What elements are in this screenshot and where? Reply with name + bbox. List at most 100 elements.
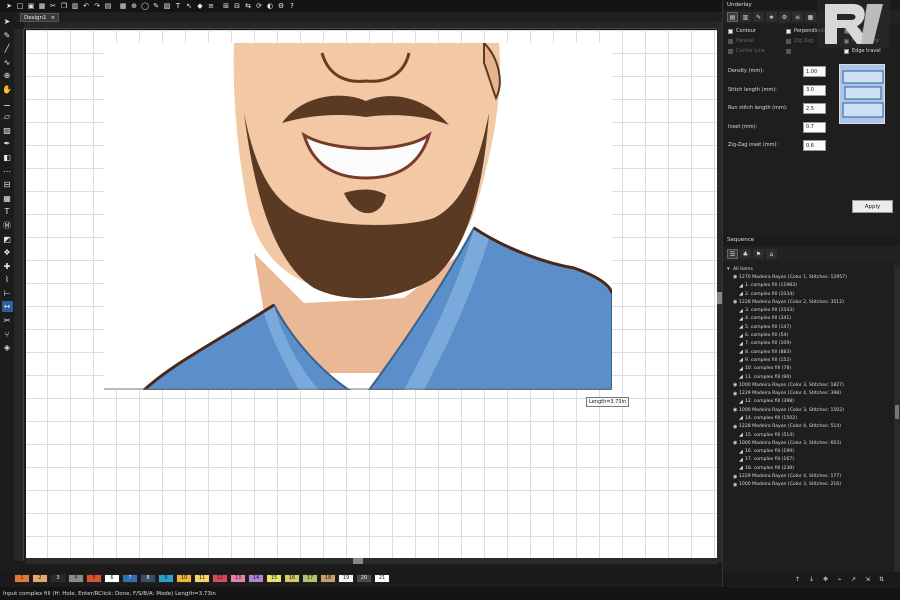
sequence-item[interactable]: ◢ 2. complex fill (1034): [723, 290, 893, 298]
sequence-item[interactable]: ◢ 18. complex fill (238): [723, 464, 893, 472]
open-icon[interactable]: ▣: [26, 1, 36, 11]
sequence-item[interactable]: ▾ All items: [723, 265, 893, 273]
text-icon[interactable]: T: [173, 1, 183, 11]
monogram-tool[interactable]: Ⓜ: [2, 220, 13, 231]
down-icon[interactable]: ↓: [807, 575, 816, 584]
print-icon[interactable]: ▤: [103, 1, 113, 11]
save-icon[interactable]: ▦: [37, 1, 47, 11]
document-icon[interactable]: ▤: [727, 12, 738, 22]
checkbox[interactable]: [786, 38, 791, 44]
color-swatch[interactable]: 8: [140, 573, 156, 583]
color-swatch[interactable]: 2: [32, 573, 48, 583]
sequence-item[interactable]: ◢ 9. complex fill (152): [723, 356, 893, 364]
sequence-item[interactable]: ◉ 1270 Madeira Rayon (Color 1, Stitches: …: [723, 273, 893, 281]
checkbox[interactable]: [786, 48, 791, 54]
sequence-item[interactable]: ◢ 16. complex fill (199): [723, 448, 893, 456]
run-tool[interactable]: ⋯: [2, 166, 13, 177]
color-swatch[interactable]: 17: [302, 573, 318, 583]
sequence-item[interactable]: ◢ 3. complex fill (1543): [723, 306, 893, 314]
sequence-scrollbar[interactable]: [894, 265, 900, 572]
property-input[interactable]: 0.6: [803, 140, 826, 151]
sequence-item[interactable]: ◢ 5. complex fill (147): [723, 323, 893, 331]
underlay-option[interactable]: Center Line: [728, 48, 786, 54]
paste-icon[interactable]: ▥: [70, 1, 80, 11]
color-swatch[interactable]: 16: [284, 573, 300, 583]
grid-icon[interactable]: ▦: [805, 12, 816, 22]
color-swatch[interactable]: 4: [68, 573, 84, 583]
sequence-item[interactable]: ◉ 1000 Madeira Rayon (Color 3, Stitches: …: [723, 439, 893, 447]
fill-icon[interactable]: ▨: [162, 1, 172, 11]
sequence-item[interactable]: ◢ 11. complex fill (90): [723, 373, 893, 381]
export-icon[interactable]: ↗: [849, 575, 858, 584]
sequence-item[interactable]: ◢ 15. complex fill (514): [723, 431, 893, 439]
color-swatch[interactable]: 7: [122, 573, 138, 583]
settings-icon[interactable]: ⚙: [276, 1, 286, 11]
needle-icon[interactable]: ✎: [753, 12, 764, 22]
color-swatch[interactable]: 5: [86, 573, 102, 583]
new-icon[interactable]: □: [15, 1, 25, 11]
underlay-option[interactable]: Parallel: [728, 38, 786, 44]
node-icon[interactable]: ◆: [195, 1, 205, 11]
measure-tool[interactable]: ↔: [1, 301, 13, 313]
motif-tool[interactable]: ❖: [2, 247, 13, 258]
underlay-option[interactable]: [786, 48, 844, 54]
complex-fill-tool[interactable]: ▦: [2, 193, 13, 204]
up-icon[interactable]: ↑: [793, 575, 802, 584]
link-icon[interactable]: ⌁: [835, 575, 844, 584]
fill-icon[interactable]: ▥: [740, 12, 751, 22]
list-icon[interactable]: ☰: [727, 249, 738, 259]
scissors-tool[interactable]: ✂: [2, 315, 13, 326]
sequence-item[interactable]: ◢ 14. complex fill (1502): [723, 414, 893, 422]
sequence-item[interactable]: ◢ 7. complex fill (109): [723, 340, 893, 348]
redo-icon[interactable]: ↷: [92, 1, 102, 11]
fill-tool[interactable]: ▨: [2, 125, 13, 136]
sequence-item[interactable]: ◢ 1. complex fill (11983): [723, 282, 893, 290]
property-input[interactable]: 1.00: [803, 66, 826, 77]
horizontal-scrollbar[interactable]: [26, 558, 718, 564]
color-swatch[interactable]: 21: [374, 573, 390, 583]
rotate-icon[interactable]: ⟳: [254, 1, 264, 11]
color-swatch[interactable]: 6: [104, 573, 120, 583]
star-icon[interactable]: ★: [766, 12, 777, 22]
cut-icon[interactable]: ✂: [48, 1, 58, 11]
gear-icon[interactable]: ⚙: [779, 12, 790, 22]
knife-tool[interactable]: ⚊: [2, 98, 13, 109]
stitch-icon[interactable]: ✎: [151, 1, 161, 11]
mirror-icon[interactable]: ⇆: [243, 1, 253, 11]
hoop-icon[interactable]: ◯: [140, 1, 150, 11]
sequence-item[interactable]: ◉ 1229 Madeira Rayon (Color 4, Stitches: …: [723, 389, 893, 397]
sequence-item[interactable]: ◢ 10. complex fill (78): [723, 365, 893, 373]
sequence-item[interactable]: ◢ 4. complex fill (341): [723, 315, 893, 323]
zoom-icon[interactable]: ⊕: [129, 1, 139, 11]
checkbox[interactable]: [728, 38, 733, 44]
color-swatch[interactable]: 15: [266, 573, 282, 583]
color-swatch[interactable]: 3: [50, 573, 66, 583]
property-input[interactable]: 3.0: [803, 84, 826, 96]
select-tool[interactable]: ➤: [2, 16, 13, 27]
align-icon[interactable]: ≡: [206, 1, 216, 11]
checkbox[interactable]: [786, 28, 791, 34]
sequence-item[interactable]: ◉ 1229 Madeira Rayon (Color 4, Stitches: …: [723, 472, 893, 480]
satin-tool[interactable]: ◧: [2, 152, 13, 163]
color-picker-tool[interactable]: ✒: [2, 138, 13, 149]
scrollbar-thumb[interactable]: [353, 558, 363, 564]
property-input[interactable]: 0.7: [803, 121, 826, 133]
color-swatch[interactable]: 19: [338, 573, 354, 583]
line-tool[interactable]: ╱: [2, 43, 13, 54]
sequence-item[interactable]: ◉ 1000 Madeira Rayon (Color 3, Stitches: …: [723, 481, 893, 489]
color-icon[interactable]: ◐: [265, 1, 275, 11]
checkbox[interactable]: [728, 48, 733, 54]
sequence-item[interactable]: ◉ 1000 Madeira Rayon (Color 3, Stitches: …: [723, 406, 893, 414]
reshape-tool[interactable]: ✎: [2, 30, 13, 41]
color-swatch[interactable]: 11: [194, 573, 210, 583]
checkbox[interactable]: [728, 28, 733, 34]
close-icon[interactable]: ×: [51, 15, 56, 21]
apply-button[interactable]: Apply: [852, 200, 893, 213]
applique-tool[interactable]: ◩: [2, 234, 13, 245]
color-swatch[interactable]: 20: [356, 573, 372, 583]
underlay-option[interactable]: Contour: [728, 28, 786, 34]
sequence-item[interactable]: ◉ 1228 Madeira Rayon (Color 2, Stitches: …: [723, 298, 893, 306]
help-icon[interactable]: ?: [287, 1, 297, 11]
checkbox[interactable]: [844, 48, 849, 54]
grid-icon[interactable]: ▦: [118, 1, 128, 11]
